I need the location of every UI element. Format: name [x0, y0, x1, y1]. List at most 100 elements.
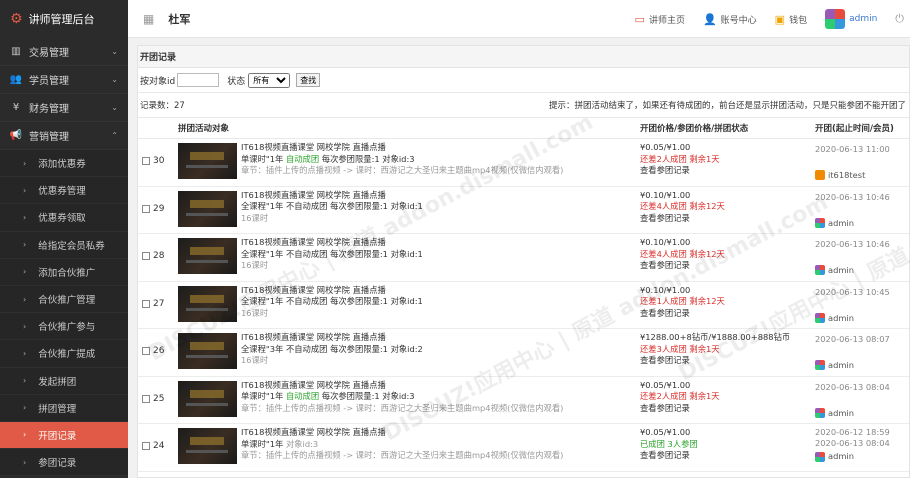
member[interactable]: admin [815, 263, 890, 277]
join-limit: 每次参团限量:1 [330, 343, 388, 354]
course-info: IT618视频直播课堂 网校学院 直播点播 全课程"1年 不自动成团 每次参团限… [241, 285, 423, 320]
sidebar-group-trade[interactable]: ▥ 交易管理 ⌄ [0, 38, 128, 66]
view-join-records-link[interactable]: 查看参团记录 [640, 213, 725, 225]
course-title[interactable]: IT618视频直播课堂 网校学院 直播点播 [241, 332, 423, 344]
chevron-right-icon: › [23, 240, 27, 250]
info-bar: 记录数：27 提示：拼团活动结束了，如果还有待成团的，前台还是显示拼团活动，只是… [138, 93, 909, 117]
price: ¥0.05/¥1.00 [640, 142, 691, 152]
sidebar-item-label: 添加合伙推广 [38, 267, 96, 279]
admin-link[interactable]: admin [825, 9, 877, 29]
course-meta: 全课程"1年 不自动成团 每次参团限量:1 对象id:1 [241, 201, 423, 213]
row-checkbox[interactable] [142, 157, 150, 165]
group-status: 还差4人成团 剩余12天 [640, 201, 725, 211]
chevron-right-icon: › [23, 321, 27, 331]
view-join-records-link[interactable]: 查看参团记录 [640, 355, 790, 367]
gears-icon: ⚙ [10, 11, 23, 27]
time-info: 2020-06-13 11:00 it618test [815, 142, 890, 182]
status-select[interactable]: 所有 [248, 72, 291, 88]
course-thumbnail[interactable] [178, 333, 237, 369]
auto-group-flag: 不自动成团 [285, 201, 328, 211]
group-records-panel: 开团记录 按对象id 状态 所有 查找 记录数：27 提示：拼团活动结束了，如果… [137, 45, 910, 478]
grid-icon[interactable]: ▦ [143, 12, 154, 26]
view-join-records-link[interactable]: 查看参团记录 [640, 260, 725, 272]
view-join-records-link[interactable]: 查看参团记录 [640, 308, 725, 320]
course-info: IT618视频直播课堂 网校学院 直播点播 单课时"1年 自动成团 每次参团限量… [241, 142, 563, 177]
course-title[interactable]: IT618视频直播课堂 网校学院 直播点播 [241, 190, 423, 202]
sidebar-item-label: 优惠券管理 [38, 186, 86, 198]
time-info: 2020-06-13 10:46 admin [815, 190, 890, 230]
sidebar-item-label: 合伙推广提成 [38, 349, 96, 361]
chevron-right-icon: › [23, 212, 27, 222]
time-info: 2020-06-13 10:45 admin [815, 285, 890, 325]
account-center-link[interactable]: 👤 账号中心 [703, 13, 757, 26]
row-checkbox[interactable] [142, 442, 150, 450]
row-checkbox[interactable] [142, 252, 150, 260]
course-thumbnail[interactable] [178, 143, 237, 179]
view-join-records-link[interactable]: 查看参团记录 [640, 403, 720, 415]
sidebar-item-group-manage[interactable]: › 拼团管理 [0, 394, 128, 422]
sidebar-item-start-group[interactable]: › 发起拼团 [0, 367, 128, 395]
table-body: 30 IT618视频直播课堂 网校学院 直播点播 单课时"1年 自动成团 每次参… [138, 139, 909, 472]
row-checkbox[interactable] [142, 204, 150, 213]
course-info: IT618视频直播课堂 网校学院 直播点播 全课程"3年 不自动成团 每次参团限… [241, 332, 423, 367]
row-checkbox[interactable] [142, 347, 150, 355]
course-info: IT618视频直播课堂 网校学院 直播点播 单课时"1年 自动成团 每次参团限量… [241, 380, 563, 415]
table-header: 拼团活动对象 开团价格/参团价格/拼团状态 开团(起止时间/会员) [138, 117, 909, 139]
user-icon: 👤 [702, 12, 717, 26]
sidebar-group-students[interactable]: 👥 学员管理 ⌄ [0, 66, 128, 94]
course-thumbnail[interactable] [178, 285, 237, 322]
sidebar-item-partner-join[interactable]: › 合伙推广参与 [0, 313, 128, 341]
course-thumbnail[interactable] [178, 238, 237, 274]
member[interactable]: admin [815, 216, 890, 230]
auto-group-flag: 不自动成团 [285, 248, 328, 259]
course-title[interactable]: IT618视频直播课堂 网校学院 直播点播 [241, 285, 423, 297]
member[interactable]: admin [815, 406, 890, 420]
avatar [825, 9, 846, 29]
teacher-home-link[interactable]: ▭ 讲师主页 [635, 13, 685, 26]
wallet-link[interactable]: ▣ 钱包 [775, 13, 807, 26]
course-thumbnail[interactable] [178, 380, 237, 417]
row-id: 24 [153, 441, 165, 451]
group-label: 交易管理 [29, 48, 69, 59]
price-info: ¥0.10/¥1.00 还差4人成团 剩余12天 查看参团记录 [640, 190, 725, 225]
group-status: 还差1人成团 剩余12天 [640, 296, 725, 306]
sidebar-item-label: 添加优惠券 [38, 159, 86, 171]
member[interactable]: admin [815, 358, 890, 372]
time-info: 2020-06-12 18:59 2020-06-13 08:04 admin [815, 427, 890, 462]
sidebar-item-join-records[interactable]: › 参团记录 [0, 449, 128, 477]
join-limit: 每次参团限量:1 [321, 153, 380, 164]
row-checkbox[interactable] [142, 394, 150, 403]
view-join-records-link[interactable]: 查看参团记录 [640, 165, 720, 177]
sidebar-item-label: 开团记录 [38, 430, 77, 442]
course-thumbnail[interactable] [178, 190, 237, 227]
view-join-records-link[interactable]: 查看参团记录 [640, 450, 698, 462]
table-row: 30 IT618视频直播课堂 网校学院 直播点播 单课时"1年 自动成团 每次参… [138, 139, 909, 187]
member[interactable]: admin [815, 451, 890, 462]
course-title[interactable]: IT618视频直播课堂 网校学院 直播点播 [241, 142, 563, 154]
search-button[interactable]: 查找 [296, 73, 321, 87]
table-row: 27 IT618视频直播课堂 网校学院 直播点播 全课程"1年 不自动成团 每次… [138, 282, 909, 329]
course-thumbnail[interactable] [178, 428, 237, 464]
object-id-input[interactable] [177, 73, 220, 87]
logout-button[interactable]: ⏻ [895, 12, 908, 26]
sidebar-item-add-coupon[interactable]: › 添加优惠券 [0, 150, 128, 178]
sidebar-item-partner-manage[interactable]: › 合伙推广管理 [0, 285, 128, 314]
course-title[interactable]: IT618视频直播课堂 网校学院 直播点播 [241, 237, 423, 249]
sidebar-item-add-partner[interactable]: › 添加合伙推广 [0, 258, 128, 286]
sidebar-group-marketing[interactable]: 📢 营销管理 ⌃ [0, 122, 128, 150]
object-id: 对象id:3 [382, 153, 415, 164]
avatar [815, 312, 825, 323]
member[interactable]: admin [815, 311, 890, 325]
row-checkbox[interactable] [142, 299, 150, 308]
sidebar-item-group-records[interactable]: › 开团记录 [0, 421, 128, 450]
bar-chart-icon: ▥ [11, 46, 21, 57]
member[interactable]: it618test [815, 168, 890, 182]
sidebar-item-partner-commission[interactable]: › 合伙推广提成 [0, 340, 128, 368]
sidebar-group-finance[interactable]: ¥ 财务管理 ⌄ [0, 94, 128, 122]
course-title[interactable]: IT618视频直播课堂 网校学院 直播点播 [241, 427, 563, 439]
avatar [815, 265, 825, 275]
sidebar-item-coupon-manage[interactable]: › 优惠券管理 [0, 177, 128, 205]
sidebar-item-private-coupon[interactable]: › 给指定会员私券 [0, 231, 128, 259]
sidebar-item-coupon-receive[interactable]: › 优惠券领取 [0, 204, 128, 232]
course-title[interactable]: IT618视频直播课堂 网校学院 直播点播 [241, 380, 563, 392]
